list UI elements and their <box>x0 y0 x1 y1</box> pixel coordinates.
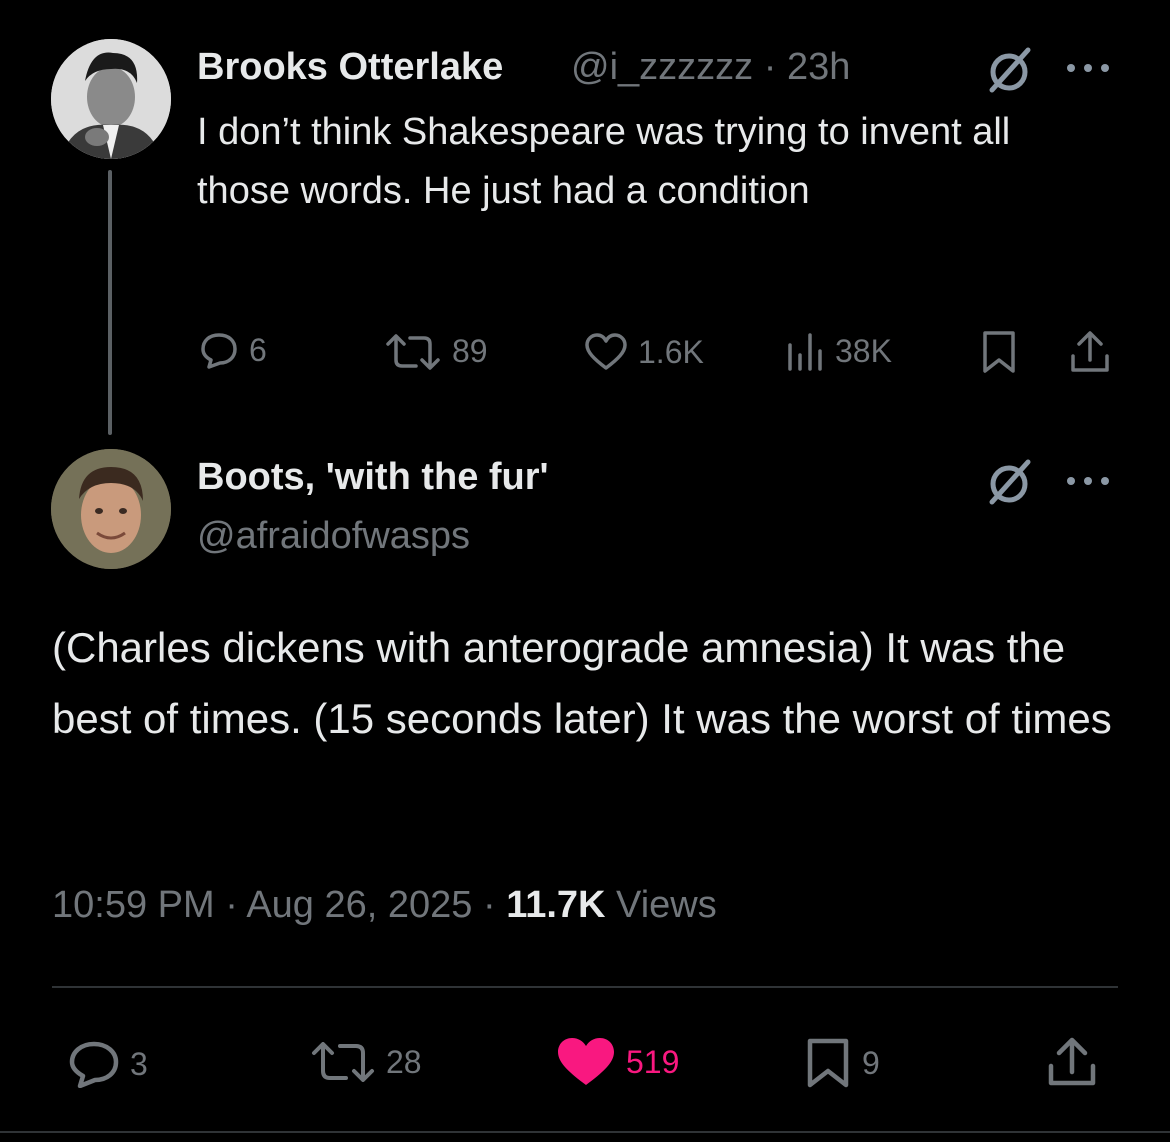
parent-time[interactable]: 23h <box>787 46 850 88</box>
main-repost-button[interactable]: 28 <box>310 1042 422 1082</box>
more-dots-icon[interactable] <box>1063 471 1113 491</box>
parent-repost-button[interactable]: 89 <box>384 333 488 370</box>
parent-like-button[interactable]: 1.6K <box>584 333 704 371</box>
avatar-boots-image <box>51 449 171 569</box>
parent-handle-separator: · <box>763 46 777 88</box>
main-handle[interactable]: @afraidofwasps <box>197 515 470 558</box>
avatar-brooks-image <box>51 39 171 159</box>
grok-icon[interactable] <box>983 42 1039 98</box>
main-views-label: Views <box>605 884 717 926</box>
thread-connector-line <box>108 170 112 435</box>
divider <box>52 986 1118 988</box>
repost-arrows-icon <box>312 1042 374 1082</box>
parent-display-name[interactable]: Brooks Otterlake <box>197 46 503 89</box>
bottom-divider <box>0 1131 1170 1133</box>
main-display-name[interactable]: Boots, 'with the fur' <box>197 456 549 499</box>
main-share-icon[interactable] <box>1046 1036 1098 1088</box>
parent-handle-text[interactable]: @i_zzzzzz <box>571 46 753 88</box>
main-like-count: 519 <box>626 1043 680 1080</box>
main-repost-count: 28 <box>386 1043 422 1080</box>
bookmark-icon <box>807 1038 849 1088</box>
grok-icon[interactable] <box>983 454 1039 510</box>
parent-handle[interactable]: @i_zzzzzz · 23h <box>571 46 850 89</box>
main-bookmark-button[interactable]: 9 <box>804 1037 880 1089</box>
heart-icon <box>585 333 627 370</box>
reply-bubble-icon <box>201 333 237 369</box>
parent-views-button[interactable]: 38K <box>785 331 892 371</box>
main-reply-count: 3 <box>130 1045 148 1082</box>
reply-bubble-icon <box>69 1041 119 1088</box>
main-reply-button[interactable]: 3 <box>68 1040 148 1088</box>
avatar-brooks[interactable] <box>51 39 171 159</box>
parent-tweet-text: I don’t think Shakespeare was trying to … <box>197 111 1011 212</box>
parent-views-count: 38K <box>835 332 892 369</box>
parent-repost-count: 89 <box>452 333 488 369</box>
heart-icon <box>558 1038 614 1085</box>
main-timestamp[interactable]: 10:59 PM · Aug 26, 2025 · <box>52 884 506 926</box>
bar-chart-icon <box>788 333 822 371</box>
main-bookmark-count: 9 <box>862 1044 880 1081</box>
repost-arrows-icon <box>386 333 440 370</box>
main-tweet-text: (Charles dickens with anterograde amnesi… <box>52 624 1112 742</box>
parent-share-icon[interactable] <box>1069 330 1111 374</box>
main-views-count: 11.7K <box>506 884 606 926</box>
parent-bookmark-icon[interactable] <box>980 330 1018 374</box>
main-like-button[interactable]: 519 <box>556 1037 679 1087</box>
parent-reply-button[interactable]: 6 <box>199 331 267 369</box>
avatar-boots[interactable] <box>51 449 171 569</box>
more-dots-icon[interactable] <box>1063 58 1113 78</box>
parent-reply-count: 6 <box>249 331 267 368</box>
parent-like-count: 1.6K <box>638 333 704 370</box>
main-tweet-meta: 10:59 PM · Aug 26, 2025 · 11.7K Views <box>52 884 717 927</box>
